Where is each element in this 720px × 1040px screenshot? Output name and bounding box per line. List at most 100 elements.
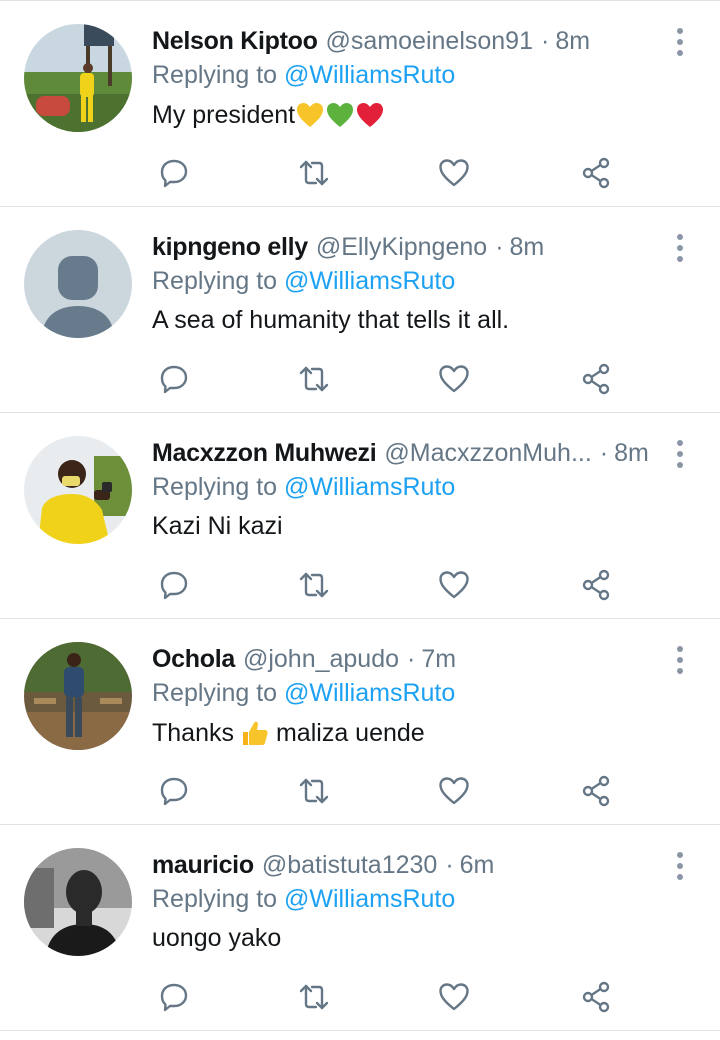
user-handle[interactable]: @MacxzzonMuh... [384,439,591,468]
retweet-icon[interactable] [292,357,336,401]
replying-prefix: Replying to [152,679,278,707]
avatar-photo [24,848,132,956]
tweet-text: uongo yako [152,924,281,953]
retweet-icon[interactable] [292,769,336,813]
like-icon[interactable] [432,563,476,607]
more-options-icon[interactable] [668,643,692,677]
retweet-icon[interactable] [292,563,336,607]
share-icon[interactable] [574,975,618,1019]
green-heart-icon [325,100,355,130]
action-bar [152,357,632,401]
avatar[interactable] [24,24,132,132]
reply-icon[interactable] [152,563,196,607]
tweet-text-content: uongo yako [152,924,282,952]
share-icon[interactable] [574,563,618,607]
share-icon[interactable] [574,151,618,195]
replying-prefix: Replying to [152,885,278,913]
replying-to-link[interactable]: @WilliamsRuto [284,679,455,707]
user-handle[interactable]: @samoeinelson91 [326,27,533,56]
yellow-heart-icon [295,100,325,130]
like-icon[interactable] [432,357,476,401]
replying-prefix: Replying to [152,267,278,295]
tweet-item[interactable]: Nelson Kiptoo @samoeinelson91 · 8m Reply… [0,1,720,207]
user-handle[interactable]: @EllyKipngeno [316,233,487,262]
replying-prefix: Replying to [152,61,278,89]
display-name[interactable]: kipngeno elly [152,233,308,262]
tweet-text: Thanks maliza uende [152,718,425,748]
tweet-text-content: Kazi Ni kazi [152,512,283,540]
tweet-header: Ochola @john_apudo · 7m [152,637,652,681]
separator-dot: · [407,644,416,673]
more-options-icon[interactable] [668,25,692,59]
tweet-item[interactable]: Ochola @john_apudo · 7m Replying to @Wil… [0,619,720,825]
reply-icon[interactable] [152,975,196,1019]
action-bar [152,563,632,607]
display-name[interactable]: Macxzzon Muhwezi [152,439,377,468]
tweet-text-content: A sea of humanity that tells it all. [152,306,510,334]
display-name[interactable]: Ochola [152,645,235,674]
replying-to-line: Replying to @WilliamsRuto [152,679,455,708]
user-handle[interactable]: @john_apudo [243,645,399,674]
display-name[interactable]: mauricio [152,851,254,880]
user-handle[interactable]: @batistuta1230 [262,851,438,880]
action-bar [152,975,632,1019]
separator-dot: · [599,438,609,467]
more-options-icon[interactable] [668,437,692,471]
display-name[interactable]: Nelson Kiptoo [152,27,318,56]
like-icon[interactable] [432,151,476,195]
replying-prefix: Replying to [152,473,278,501]
reply-icon[interactable] [152,357,196,401]
tweet-header: kipngeno elly @EllyKipngeno · 8m [152,225,652,269]
replying-to-line: Replying to @WilliamsRuto [152,61,455,90]
red-heart-icon [355,100,385,130]
avatar-photo [24,436,132,544]
replying-to-link[interactable]: @WilliamsRuto [284,267,455,295]
timestamp[interactable]: 6m [460,851,495,880]
replying-to-link[interactable]: @WilliamsRuto [284,61,455,89]
action-bar [152,151,632,195]
share-icon[interactable] [574,357,618,401]
reply-feed: Nelson Kiptoo @samoeinelson91 · 8m Reply… [0,0,720,1040]
retweet-icon[interactable] [292,975,336,1019]
timestamp[interactable]: 8m [555,27,590,56]
replying-to-link[interactable]: @WilliamsRuto [284,473,455,501]
timestamp[interactable]: 7m [421,645,456,674]
tweet-header: Macxzzon Muhwezi @MacxzzonMuh... · 8m [152,431,652,475]
tweet-item[interactable]: kipngeno elly @EllyKipngeno · 8m Replyin… [0,207,720,413]
reply-icon[interactable] [152,769,196,813]
reply-icon[interactable] [152,151,196,195]
more-options-icon[interactable] [668,849,692,883]
timestamp[interactable]: 8m [614,439,649,468]
avatar-photo [24,24,132,132]
tweet-text-content: My president [152,100,296,129]
replying-to-line: Replying to @WilliamsRuto [152,473,455,502]
avatar[interactable] [24,642,132,750]
tweet-header: mauricio @batistuta1230 · 6m [152,843,652,887]
timestamp[interactable]: 8m [510,233,545,262]
avatar[interactable] [24,230,132,338]
separator-dot: · [495,232,504,261]
like-icon[interactable] [432,769,476,813]
share-icon[interactable] [574,769,618,813]
avatar[interactable] [24,848,132,956]
more-options-icon[interactable] [668,231,692,265]
tweet-item[interactable]: Macxzzon Muhwezi @MacxzzonMuh... · 8m Re… [0,413,720,619]
like-icon[interactable] [432,975,476,1019]
default-avatar-icon [24,230,132,338]
thumbs-up-icon [240,718,270,748]
tweet-header: Nelson Kiptoo @samoeinelson91 · 8m [152,19,652,63]
avatar[interactable] [24,436,132,544]
replying-to-line: Replying to @WilliamsRuto [152,267,455,296]
avatar-photo [24,642,132,750]
replying-to-line: Replying to @WilliamsRuto [152,885,455,914]
replying-to-link[interactable]: @WilliamsRuto [284,885,455,913]
separator-dot: · [541,26,550,55]
tweet-text-before: Thanks [152,718,234,747]
separator-dot: · [445,850,454,879]
tweet-text: My president [152,100,385,130]
action-bar [152,769,632,813]
retweet-icon[interactable] [292,151,336,195]
tweet-item[interactable]: mauricio @batistuta1230 · 6m Replying to… [0,825,720,1031]
tweet-text: Kazi Ni kazi [152,512,283,541]
tweet-text: A sea of humanity that tells it all. [152,306,509,335]
